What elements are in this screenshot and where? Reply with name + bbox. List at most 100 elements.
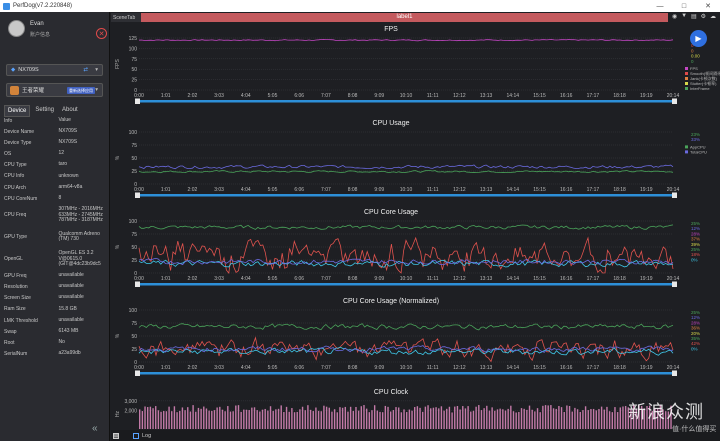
x-tick-label: 8:08 <box>348 187 358 193</box>
cpu-clock-bar <box>203 406 205 429</box>
cpu-clock-bar <box>488 410 491 429</box>
legend-swatch[interactable] <box>685 87 688 90</box>
scrubber-end-handle[interactable] <box>672 98 677 105</box>
maximize-icon[interactable]: □ <box>672 0 696 12</box>
timeline-scrubber[interactable] <box>139 283 673 286</box>
scrubber-end-handle[interactable] <box>672 370 677 377</box>
tab-device[interactable]: Device <box>4 105 31 117</box>
cpu-clock-bar <box>139 409 141 429</box>
tab-setting[interactable]: Setting <box>32 105 57 117</box>
legend-swatch[interactable] <box>685 67 688 70</box>
legend-swatch[interactable] <box>685 72 688 75</box>
chart-svg: %10075502500:00 1:01 2:02 3:03 4:04 5:05 6:06 7… <box>115 308 700 377</box>
cpu-clock-bar <box>515 412 517 429</box>
cpu-clock-bar <box>157 410 160 429</box>
chart-svg: FPS 125 100 75 50 25 0 0:00 1:01 2:02 3:03 4:04 5:05… <box>115 36 720 105</box>
info-value: taro <box>58 161 68 168</box>
scene-tab[interactable]: SceneTab <box>111 13 141 22</box>
cpu-clock-bar <box>256 410 258 429</box>
table-row: GPU Freq unavailable <box>4 270 108 281</box>
scrubber-start-handle[interactable] <box>135 370 140 377</box>
legend-swatch[interactable] <box>685 82 688 85</box>
x-tick-label: 13:13 <box>480 365 493 371</box>
legend-label[interactable]: InterFrame <box>690 86 710 91</box>
x-tick-label: 19:19 <box>640 276 653 282</box>
x-tick-label: 5:05 <box>268 276 278 282</box>
avatar[interactable] <box>8 20 25 37</box>
app-select-value: 王者荣耀 <box>22 88 45 94</box>
cpu-clock-bar <box>211 410 213 429</box>
legend-swatch[interactable] <box>685 77 688 80</box>
x-tick-label: 8:08 <box>348 276 358 282</box>
timeline-scrubber[interactable] <box>139 194 673 197</box>
cpu-clock-bar <box>229 411 232 429</box>
x-tick-label: 16:16 <box>560 187 573 193</box>
disconnect-button[interactable]: ✕ <box>96 28 107 39</box>
scrubber-start-handle[interactable] <box>135 98 140 105</box>
cpu-clock-bar <box>331 411 333 429</box>
legend-label[interactable]: TotalCPU <box>690 149 707 154</box>
cpu-clock-bar <box>333 409 336 429</box>
x-tick-label: 4:04 <box>241 93 251 99</box>
chart-3: CPU Core Usage% 100 75 50 25 0 0:00 1:01 2:02 3:0… <box>111 207 720 293</box>
x-tick-label: 6:06 <box>294 276 304 282</box>
cpu-clock-bar <box>603 409 605 429</box>
user-account[interactable]: 账户信息 <box>30 31 50 38</box>
scrubber-start-handle[interactable] <box>135 192 140 199</box>
cpu-clock-bar <box>205 408 208 429</box>
x-tick-label: 12:12 <box>453 187 466 193</box>
timeline-scrubber[interactable] <box>139 100 673 103</box>
chart-svg: %10075502500:00 1:01 2:02 3:03 4:04 5:05 6:06 7… <box>115 219 700 288</box>
chart-svg: %10075502500:00 1:01 2:02 3:03 4:04 5:05 6:06 7… <box>115 130 707 199</box>
x-tick-label: 9:09 <box>374 365 384 371</box>
filter-icon[interactable]: ▼ <box>681 13 687 22</box>
cpu-clock-bar <box>280 405 282 429</box>
device-select[interactable]: ◆ NX709S ⇄ ▾ <box>6 64 103 76</box>
cpu-clock-bar <box>520 408 523 429</box>
cpu-clock-bar <box>368 412 371 429</box>
cpu-clock-bar <box>454 406 456 429</box>
x-tick-label: 13:13 <box>480 276 493 282</box>
settings-icon[interactable]: ⚙ <box>701 13 706 22</box>
y-tick-label: 75 <box>131 57 137 63</box>
cpu-clock-bar <box>397 407 400 429</box>
cpu-clock-bar <box>443 410 445 429</box>
minimize-icon[interactable]: — <box>648 0 672 12</box>
info-key: LMK Threshold <box>4 317 38 324</box>
cpu-clock-bar <box>376 410 379 429</box>
scrubber-start-handle[interactable] <box>135 281 140 288</box>
tab-about[interactable]: About <box>59 105 81 117</box>
scrubber-end-handle[interactable] <box>672 192 677 199</box>
cpu-clock-bar <box>299 409 301 429</box>
x-tick-label: 11:11 <box>427 93 439 99</box>
expand-toggle[interactable]: ▦ <box>113 432 119 439</box>
legend-swatch[interactable] <box>685 150 688 154</box>
app-select[interactable]: 王者荣耀 重新选择应用 ▾ <box>6 83 103 97</box>
cpu-clock-bar <box>416 406 419 429</box>
info-value: unavailable <box>58 316 84 323</box>
series-line-cpu0 <box>138 323 674 331</box>
label-tools: ◉ ▼ ▤ ⚙ ☁ <box>672 13 718 22</box>
cpu-clock-bar <box>408 409 411 429</box>
x-tick-label: 20:14 <box>667 365 680 371</box>
play-record-button[interactable]: ▶ <box>690 30 707 47</box>
cpu-clock-bar <box>475 406 477 429</box>
x-tick-label: 13:13 <box>480 187 493 193</box>
cloud-upload-icon[interactable]: ☁ <box>710 13 716 22</box>
label-bar[interactable]: label1 <box>141 13 668 22</box>
close-window-icon[interactable]: ✕ <box>696 0 720 12</box>
legend-swatch[interactable] <box>685 145 688 149</box>
cpu-clock-bar <box>144 406 146 429</box>
reselect-app-badge[interactable]: 重新选择应用 <box>67 87 95 94</box>
collapse-sidebar-icon[interactable]: « <box>92 423 98 434</box>
cpu-clock-bar <box>611 412 613 429</box>
cpu-clock-bar <box>301 406 304 429</box>
log-checkbox[interactable] <box>133 432 139 439</box>
x-tick-label: 10:10 <box>400 276 413 282</box>
location-pin-icon[interactable]: ◉ <box>672 13 677 22</box>
timeline-scrubber[interactable] <box>139 372 673 375</box>
folder-icon[interactable]: ▤ <box>691 13 697 22</box>
y-tick-label: 50 <box>131 334 137 340</box>
scrubber-end-handle[interactable] <box>672 281 677 288</box>
cpu-clock-bar <box>592 408 595 429</box>
